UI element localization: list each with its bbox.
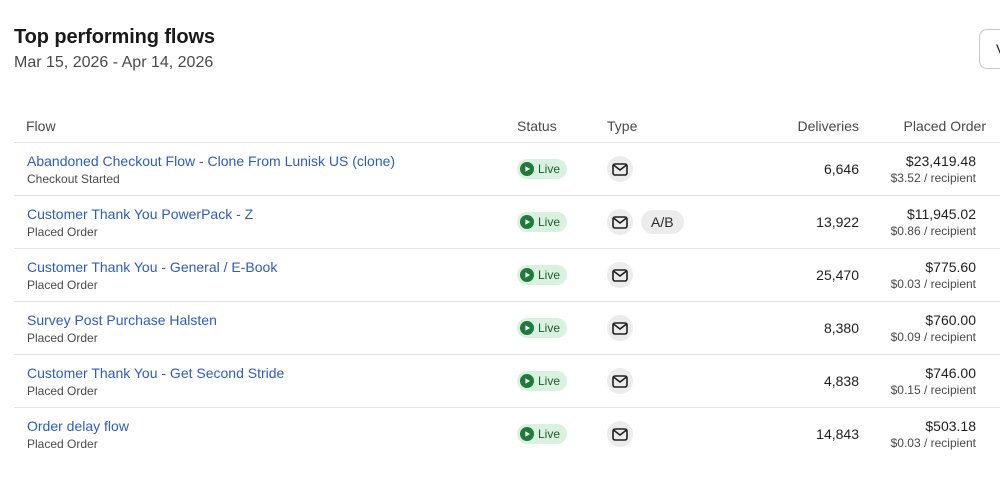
placed-order-per-recipient: $0.09 / recipient — [890, 330, 976, 344]
table-row[interactable]: Customer Thank You - Get Second Stride P… — [14, 355, 1000, 408]
table-row[interactable]: Survey Post Purchase Halsten Placed Orde… — [14, 302, 1000, 355]
table-body: Abandoned Checkout Flow - Clone From Lun… — [14, 143, 1000, 461]
flow-name-link[interactable]: Survey Post Purchase Halsten — [27, 312, 217, 328]
email-icon — [607, 368, 633, 394]
status-badge: Live — [517, 318, 568, 338]
placed-order-total: $746.00 — [925, 365, 976, 381]
email-icon — [607, 262, 633, 288]
play-circle-icon — [520, 268, 534, 282]
status-label: Live — [538, 215, 561, 229]
flow-name-link[interactable]: Order delay flow — [27, 418, 129, 434]
column-header-status[interactable]: Status — [517, 118, 557, 134]
type-cell — [607, 156, 633, 182]
flow-trigger: Placed Order — [27, 437, 98, 451]
flow-trigger: Placed Order — [27, 331, 98, 345]
column-header-placed-order[interactable]: Placed Order — [904, 118, 986, 134]
table-row[interactable]: Abandoned Checkout Flow - Clone From Lun… — [14, 143, 1000, 196]
flow-name-link[interactable]: Customer Thank You PowerPack - Z — [27, 206, 253, 222]
placed-order-cell: $746.00 $0.15 / recipient — [891, 365, 976, 399]
type-cell: A/B — [607, 209, 684, 235]
placed-order-total: $11,945.02 — [906, 206, 976, 222]
email-icon — [607, 315, 633, 341]
flows-table: Flow Status Type Deliveries Placed Order… — [14, 110, 1000, 461]
placed-order-per-recipient: $0.15 / recipient — [890, 383, 976, 397]
page-title: Top performing flows — [14, 26, 215, 48]
placed-order-total: $760.00 — [925, 312, 976, 328]
type-cell — [607, 368, 633, 394]
deliveries-value: 13,922 — [816, 214, 859, 230]
type-cell — [607, 262, 633, 288]
flow-trigger: Placed Order — [27, 384, 98, 398]
deliveries-value: 8,380 — [823, 320, 859, 336]
status-label: Live — [538, 268, 561, 282]
flow-trigger: Placed Order — [27, 278, 98, 292]
play-circle-icon — [520, 215, 534, 229]
placed-order-per-recipient: $3.52 / recipient — [890, 171, 976, 185]
flow-trigger: Checkout Started — [27, 172, 120, 186]
flow-name-link[interactable]: Customer Thank You - General / E-Book — [27, 259, 277, 275]
status-badge: Live — [517, 371, 568, 391]
flow-trigger: Placed Order — [27, 225, 98, 239]
column-header-deliveries[interactable]: Deliveries — [798, 118, 859, 134]
status-badge: Live — [517, 159, 568, 179]
date-range: Mar 15, 2026 - Apr 14, 2026 — [14, 54, 214, 71]
status-label: Live — [538, 162, 561, 176]
status-badge: Live — [517, 424, 568, 444]
placed-order-cell: $23,419.48 $3.52 / recipient — [891, 153, 976, 187]
column-header-type[interactable]: Type — [607, 118, 637, 134]
view-all-button[interactable]: V — [979, 29, 1000, 69]
placed-order-total: $503.18 — [925, 418, 976, 434]
placed-order-cell: $775.60 $0.03 / recipient — [891, 259, 976, 293]
email-icon — [607, 156, 633, 182]
placed-order-cell: $760.00 $0.09 / recipient — [891, 312, 976, 346]
placed-order-total: $23,419.48 — [905, 153, 976, 169]
deliveries-value: 6,646 — [823, 161, 859, 177]
play-circle-icon — [520, 427, 534, 441]
play-circle-icon — [520, 321, 534, 335]
placed-order-per-recipient: $0.03 / recipient — [890, 277, 976, 291]
deliveries-value: 4,838 — [823, 373, 859, 389]
play-circle-icon — [520, 374, 534, 388]
ab-test-badge: A/B — [641, 210, 684, 234]
table-row[interactable]: Order delay flow Placed Order Live 14,84… — [14, 408, 1000, 461]
status-label: Live — [538, 374, 561, 388]
placed-order-per-recipient: $0.86 / recipient — [890, 224, 976, 238]
placed-order-total: $775.60 — [925, 259, 976, 275]
deliveries-value: 25,470 — [816, 267, 859, 283]
type-cell — [607, 315, 633, 341]
status-label: Live — [538, 427, 561, 441]
placed-order-per-recipient: $0.03 / recipient — [890, 436, 976, 450]
email-icon — [607, 421, 633, 447]
email-icon — [607, 209, 633, 235]
placed-order-cell: $11,945.02 $0.86 / recipient — [891, 206, 976, 240]
status-badge: Live — [517, 212, 568, 232]
table-row[interactable]: Customer Thank You - General / E-Book Pl… — [14, 249, 1000, 302]
flow-name-link[interactable]: Abandoned Checkout Flow - Clone From Lun… — [27, 153, 395, 169]
deliveries-value: 14,843 — [816, 426, 859, 442]
status-label: Live — [538, 321, 561, 335]
type-cell — [607, 421, 633, 447]
placed-order-cell: $503.18 $0.03 / recipient — [891, 418, 976, 452]
column-header-flow[interactable]: Flow — [26, 118, 56, 134]
play-circle-icon — [520, 162, 534, 176]
flow-name-link[interactable]: Customer Thank You - Get Second Stride — [27, 365, 284, 381]
table-header: Flow Status Type Deliveries Placed Order — [14, 110, 1000, 143]
table-row[interactable]: Customer Thank You PowerPack - Z Placed … — [14, 196, 1000, 249]
status-badge: Live — [517, 265, 568, 285]
